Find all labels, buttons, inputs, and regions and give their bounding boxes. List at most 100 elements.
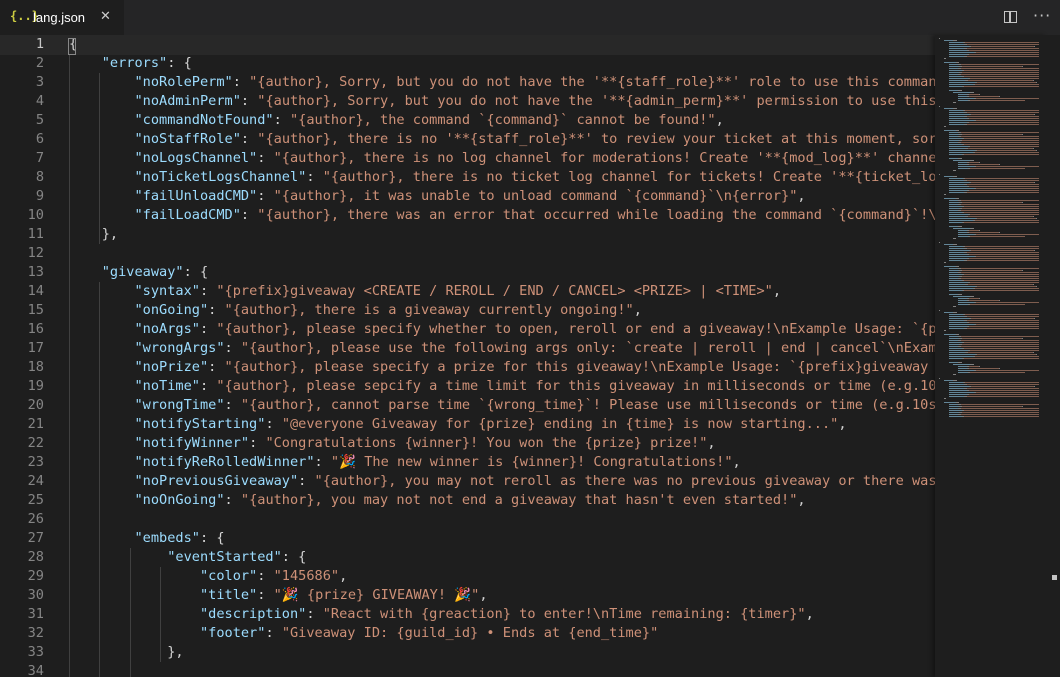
minimap-line: [969, 164, 999, 165]
json-string: "{author}, please specify whether to ope…: [216, 321, 935, 337]
minimap-line: [948, 220, 973, 221]
minimap-line: [961, 208, 1039, 209]
json-punct: },: [167, 644, 184, 660]
code-line[interactable]: 23 "notifyReRolledWinner": "🎉 The new wi…: [0, 453, 935, 472]
code-line[interactable]: 12: [0, 244, 935, 263]
minimap-line: [969, 54, 1039, 55]
code-text: "title": "🎉 {prize} GIVEAWAY! 🎉",: [69, 586, 488, 605]
code-line[interactable]: 1{: [0, 35, 935, 55]
minimap-line: [955, 62, 960, 63]
json-key: "description": [199, 606, 307, 622]
minimap-line: [943, 176, 954, 177]
code-line[interactable]: 30 "title": "🎉 {prize} GIVEAWAY! 🎉",: [0, 586, 935, 605]
code-line[interactable]: 10 "failLoadCMD": "{author}, there was a…: [0, 206, 935, 225]
more-actions-icon[interactable]: ···: [1033, 6, 1051, 25]
line-number: 18: [27, 359, 44, 375]
vertical-scrollbar[interactable]: [1047, 35, 1060, 677]
code-line[interactable]: 8 "noTicketLogsChannel": "{author}, ther…: [0, 168, 935, 187]
minimap-line: [966, 328, 1039, 329]
minimap-line: [958, 164, 967, 165]
minimap-line: [970, 228, 974, 229]
code-line[interactable]: 33 },: [0, 643, 935, 662]
json-key: "noTicketLogsChannel": [134, 169, 307, 185]
code-text: "footer": "Giveaway ID: {guild_id} • End…: [69, 624, 658, 643]
code-line[interactable]: 25 "noOnGoing": "{author}, you may not n…: [0, 491, 935, 510]
minimap-line: [966, 56, 1039, 57]
code-line[interactable]: 32 "footer": "Giveaway ID: {guild_id} • …: [0, 624, 935, 643]
json-key: "color": [199, 568, 258, 584]
code-line[interactable]: 24 "noPreviousGiveaway": "{author}, you …: [0, 472, 935, 491]
minimap-line: [948, 192, 965, 193]
json-key: "failLoadCMD": [134, 207, 241, 223]
code-line[interactable]: 4 "noAdminPerm": "{author}, Sorry, but y…: [0, 92, 935, 111]
minimap-line: [964, 86, 1039, 87]
code-line[interactable]: 21 "notifyStarting": "@everyone Giveaway…: [0, 415, 935, 434]
minimap-line: [958, 234, 974, 235]
code-line[interactable]: 27 "embeds": {: [0, 529, 935, 548]
minimap-line: [1021, 202, 1023, 203]
minimap-line: [948, 318, 969, 319]
code-line[interactable]: 17 "wrongArgs": "{author}, please use th…: [0, 339, 935, 358]
code-line[interactable]: 13 "giveaway": {: [0, 263, 935, 282]
minimap-line: [948, 274, 962, 275]
code-line[interactable]: 22 "notifyWinner": "Congratulations {win…: [0, 434, 935, 453]
code-line[interactable]: 18 "noPrize": "{author}, please specify …: [0, 358, 935, 377]
minimap-line: [948, 216, 966, 217]
minimap-line: [948, 146, 968, 147]
code-line[interactable]: 28 "eventStarted": {: [0, 548, 935, 567]
minimap-line: [948, 290, 962, 291]
minimap-line: [971, 250, 1034, 251]
minimap-line: [958, 168, 968, 169]
minimap-line: [958, 370, 974, 371]
minimap-line: [943, 194, 947, 195]
minimap[interactable]: [935, 35, 1047, 677]
minimap-line: [1036, 286, 1038, 287]
code-line[interactable]: 29 "color": "145686",: [0, 567, 935, 586]
code-line[interactable]: 7 "noLogsChannel": "{author}, there is n…: [0, 149, 935, 168]
minimap-line: [965, 178, 1039, 179]
code-line[interactable]: 26: [0, 510, 935, 529]
minimap-line: [976, 370, 1039, 371]
code-line[interactable]: 20 "wrongTime": "{author}, cannot parse …: [0, 396, 935, 415]
minimap-line: [976, 302, 1039, 303]
code-line[interactable]: 31 "description": "React with {greaction…: [0, 605, 935, 624]
code-line[interactable]: 34: [0, 662, 935, 677]
code-line[interactable]: 9 "failUnloadCMD": "{author}, it was una…: [0, 187, 935, 206]
code-text: "noStaffRole": "{author}, there is no '*…: [69, 130, 935, 149]
code-line[interactable]: 14 "syntax": "{prefix}giveaway <CREATE /…: [0, 282, 935, 301]
minimap-line: [1033, 114, 1035, 115]
code-line[interactable]: 16 "noArgs": "{author}, please specify w…: [0, 320, 935, 339]
minimap-line: [967, 216, 1033, 217]
minimap-line: [975, 356, 1039, 357]
code-text: "embeds": {: [69, 529, 224, 548]
minimap-line: [960, 268, 1039, 269]
line-number: 32: [27, 625, 44, 641]
code-line[interactable]: 2 "errors": {: [0, 54, 935, 73]
code-editor[interactable]: 1{2 "errors": {3 "noRolePerm": "{author}…: [0, 35, 935, 677]
minimap-line: [960, 404, 1039, 405]
json-string: "{prefix}giveaway <CREATE / REROLL / END…: [216, 283, 773, 299]
minimap-line: [969, 298, 979, 299]
code-line[interactable]: 19 "noTime": "{author}, please sepcify a…: [0, 377, 935, 396]
tab-lang-json[interactable]: {..} lang.json ✕: [0, 0, 124, 35]
code-line[interactable]: 3 "noRolePerm": "{author}, Sorry, but yo…: [0, 73, 935, 92]
minimap-line: [958, 294, 962, 295]
minimap-line: [948, 416, 962, 417]
json-punct: :: [208, 359, 225, 375]
close-icon[interactable]: ✕: [100, 9, 111, 24]
code-line[interactable]: 15 "onGoing": "{author}, there is a give…: [0, 301, 935, 320]
json-string: "🎉 {prize} GIVEAWAY! 🎉": [273, 587, 480, 603]
code-line[interactable]: 5 "commandNotFound": "{author}, the comm…: [0, 111, 935, 130]
line-number: 6: [35, 131, 44, 147]
code-line[interactable]: 6 "noStaffRole": "{author}, there is no …: [0, 130, 935, 149]
minimap-line: [965, 382, 1039, 383]
split-editor-icon[interactable]: [1004, 11, 1017, 23]
minimap-line: [960, 132, 1039, 133]
line-number: 24: [27, 473, 44, 489]
minimap-line: [948, 326, 967, 327]
code-line[interactable]: 11 },: [0, 225, 935, 244]
minimap-line: [948, 150, 975, 151]
minimap-line: [948, 336, 959, 337]
minimap-line: [964, 76, 1039, 77]
minimap-line: [943, 62, 956, 63]
